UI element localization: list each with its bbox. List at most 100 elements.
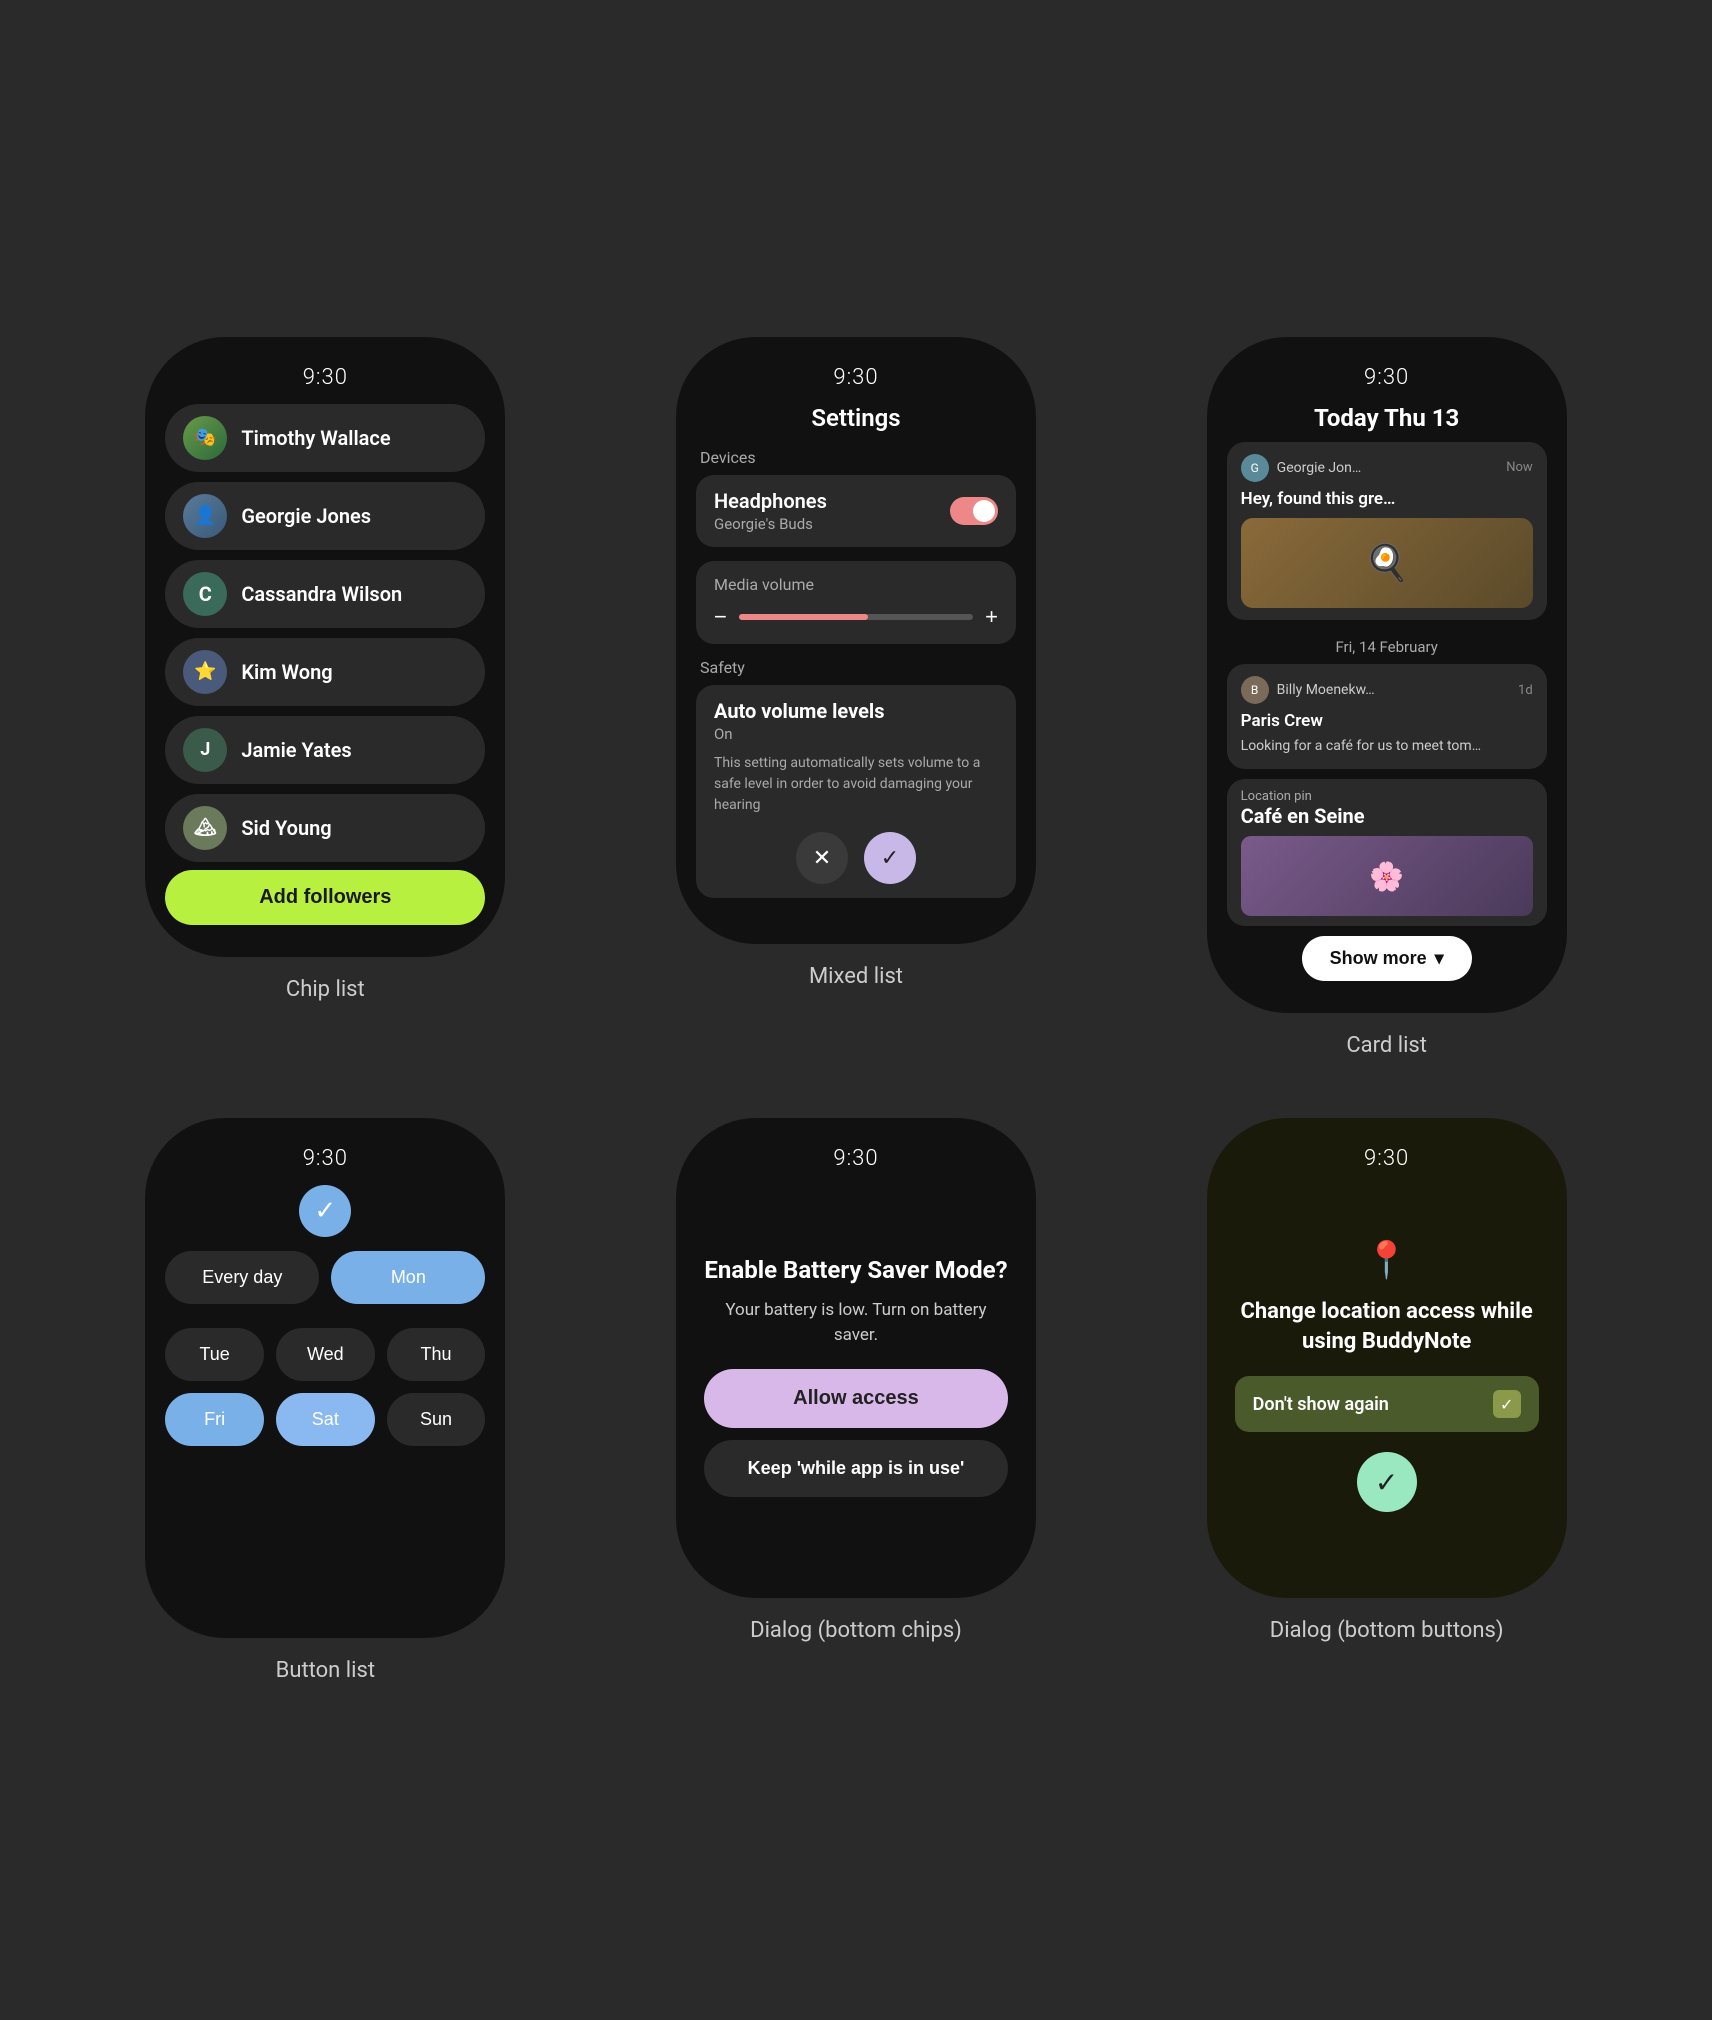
notif-name-1: Georgie Jon… [1277,460,1499,476]
chip-name-georgie: Georgie Jones [241,504,371,528]
tue-button[interactable]: Tue [165,1328,264,1381]
dont-show-checkbox[interactable]: ✓ [1493,1390,1521,1418]
thu-button[interactable]: Thu [387,1328,486,1381]
volume-label: Media volume [714,575,998,594]
dialog-buttons-watch: 9:30 📍 Change location access while usin… [1207,1118,1567,1598]
auto-volume-state: On [714,725,998,743]
chip-list-contacts: 🎭 Timothy Wallace 👤 Georgie Jones C Cass… [165,404,485,862]
chip-name-kim: Kim Wong [241,660,332,684]
chevron-down-icon: ▾ [1435,948,1444,969]
headphones-toggle[interactable] [950,497,998,525]
add-followers-button[interactable]: Add followers [165,870,485,925]
volume-row: Media volume − + [696,561,1016,644]
notif-title-2: Paris Crew [1241,710,1533,732]
confirm-button[interactable]: ✓ [864,832,916,884]
auto-volume-title: Auto volume levels [714,699,998,723]
chip-list-cell: 9:30 🎭 Timothy Wallace 👤 Georgie Jones C… [80,337,571,1058]
show-more-button[interactable]: Show more ▾ [1302,936,1472,981]
dialog-buttons-label: Dialog (bottom buttons) [1270,1618,1504,1643]
notif-avatar-billy: B [1241,676,1269,704]
fri-button[interactable]: Fri [165,1393,264,1446]
auto-volume-desc: This setting automatically sets volume t… [714,753,998,816]
notif-title-1: Hey, found this gre… [1241,488,1533,510]
chip-name-cassandra: Cassandra Wilson [241,582,402,606]
cancel-button[interactable]: ✕ [796,832,848,884]
volume-slider[interactable]: − + [714,604,998,630]
dont-show-row[interactable]: Don't show again ✓ [1235,1376,1539,1432]
location-image: 🌸 [1241,836,1533,916]
location-confirm-button[interactable]: ✓ [1357,1452,1417,1512]
chip-list-watch: 9:30 🎭 Timothy Wallace 👤 Georgie Jones C… [145,337,505,957]
location-pin-label: Location pin [1241,789,1533,804]
card-list-cell: 9:30 Today Thu 13 G Georgie Jon… Now Hey… [1141,337,1632,1058]
button-list-time: 9:30 [303,1146,348,1171]
mixed-list-cell: 9:30 Settings Devices Headphones Georgie… [611,337,1102,1058]
devices-label: Devices [696,448,756,467]
device-name: Headphones [714,489,827,513]
sat-button[interactable]: Sat [276,1393,375,1446]
notif-time-2: 1d [1518,683,1533,698]
chip-list-label: Chip list [286,977,365,1002]
notif-time-1: Now [1506,460,1532,475]
slider-fill [739,614,868,620]
dialog-chips-time: 9:30 [833,1146,878,1171]
dialog-buttons-time: 9:30 [1364,1146,1409,1171]
device-sub: Georgie's Buds [714,515,827,533]
divider-date: Fri, 14 February [1227,638,1547,656]
auto-volume-row: Auto volume levels On This setting autom… [696,685,1016,898]
chip-sid[interactable]: 🏔 Sid Young [165,794,485,862]
notif-body-2: Looking for a café for us to meet tom… [1241,736,1533,757]
dialog-buttons-cell: 9:30 📍 Change location access while usin… [1141,1118,1632,1683]
allow-access-button[interactable]: Allow access [704,1369,1008,1428]
location-dialog-title: Change location access while using Buddy… [1235,1297,1539,1356]
confirm-checkmark: ✓ [1375,1466,1398,1499]
chip-name-timothy: Timothy Wallace [241,426,390,450]
dialog-chips-cell: 9:30 Enable Battery Saver Mode? Your bat… [611,1118,1102,1683]
notif-avatar-georgie: G [1241,454,1269,482]
keep-button[interactable]: Keep 'while app is in use' [704,1440,1008,1497]
chip-jamie[interactable]: J Jamie Yates [165,716,485,784]
volume-decrease-button[interactable]: − [714,604,727,630]
show-more-label: Show more [1330,948,1427,969]
mixed-list-watch: 9:30 Settings Devices Headphones Georgie… [676,337,1036,944]
mixed-list-label: Mixed list [809,964,903,989]
avatar-sid: 🏔 [183,806,227,850]
sun-button[interactable]: Sun [387,1393,486,1446]
card-list-label: Card list [1346,1033,1427,1058]
safety-label: Safety [696,658,745,677]
chip-cassandra[interactable]: C Cassandra Wilson [165,560,485,628]
slider-track[interactable] [739,614,973,620]
chip-timothy[interactable]: 🎭 Timothy Wallace [165,404,485,472]
button-list-watch: 9:30 ✓ Every day Mon Tue Wed Thu Fri Sat… [145,1118,505,1638]
dialog-chips-body: Your battery is low. Turn on battery sav… [704,1298,1008,1349]
avatar-jamie: J [183,728,227,772]
chip-georgie[interactable]: 👤 Georgie Jones [165,482,485,550]
chip-name-sid: Sid Young [241,816,331,840]
dialog-chips-label: Dialog (bottom chips) [750,1618,962,1643]
dialog-chips-title: Enable Battery Saver Mode? [704,1255,1007,1286]
today-label: Today Thu 13 [1314,404,1459,432]
notification-card-2[interactable]: B Billy Moenekw… 1d Paris Crew Looking f… [1227,664,1547,769]
every-day-button[interactable]: Every day [165,1251,319,1304]
card-list-time: 9:30 [1364,365,1409,390]
location-pin-icon: 📍 [1364,1239,1409,1281]
mon-button[interactable]: Mon [331,1251,485,1304]
chip-kim[interactable]: ⭐ Kim Wong [165,638,485,706]
headphones-row[interactable]: Headphones Georgie's Buds [696,475,1016,547]
card-list-watch: 9:30 Today Thu 13 G Georgie Jon… Now Hey… [1207,337,1567,1013]
check-icon: ✓ [299,1185,351,1237]
location-name: Café en Seine [1241,804,1533,828]
volume-increase-button[interactable]: + [985,604,998,630]
avatar-cassandra: C [183,572,227,616]
notification-card-1[interactable]: G Georgie Jon… Now Hey, found this gre… … [1227,442,1547,620]
chip-name-jamie: Jamie Yates [241,738,351,762]
location-card[interactable]: Location pin Café en Seine 🌸 [1227,779,1547,926]
mixed-list-time: 9:30 [833,365,878,390]
notif-image-1: 🍳 [1241,518,1533,608]
wed-button[interactable]: Wed [276,1328,375,1381]
notif-name-2: Billy Moenekw… [1277,682,1510,698]
dont-show-label: Don't show again [1253,1394,1389,1415]
chip-list-time: 9:30 [303,365,348,390]
button-list-label: Button list [276,1658,375,1683]
avatar-timothy: 🎭 [183,416,227,460]
